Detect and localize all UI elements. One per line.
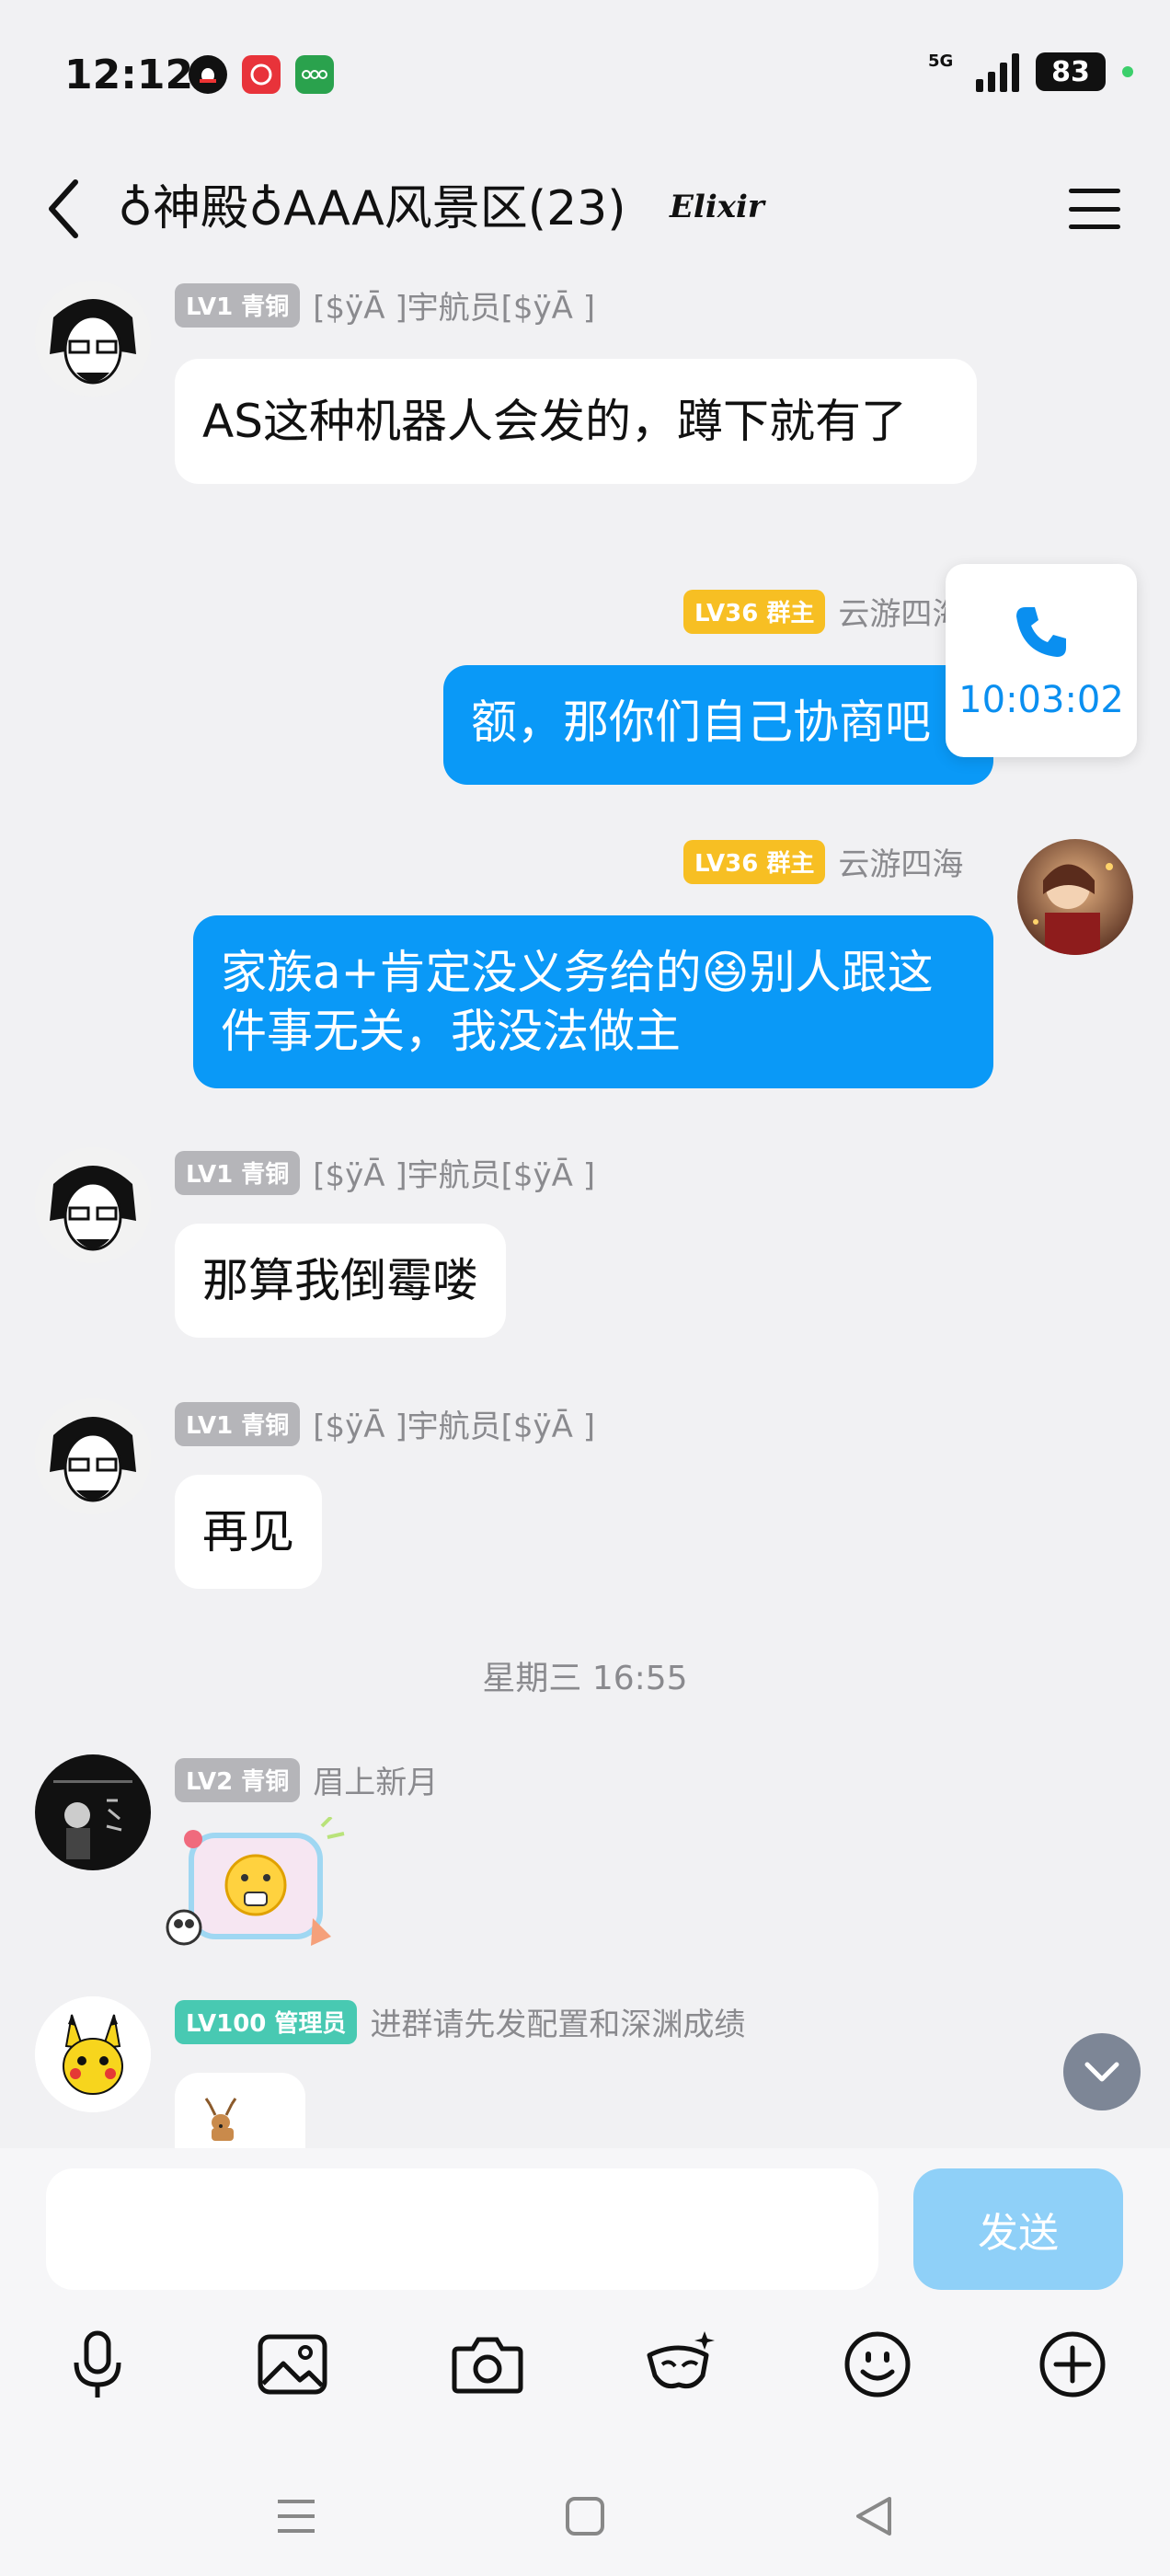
sender-nickname[interactable]: 进群请先发配置和深渊成绩 [370, 1999, 745, 2044]
message-bubble[interactable]: 那算我倒霉喽 [175, 1224, 506, 1338]
level-badge: LV1 青铜 [175, 282, 301, 328]
phone-icon [1016, 607, 1066, 657]
hamburger-icon [1069, 189, 1120, 193]
time-divider: 星期三 16:55 [482, 1660, 688, 1697]
image-button[interactable] [247, 2318, 338, 2410]
menu-button[interactable] [1065, 179, 1124, 238]
avatar[interactable] [35, 1996, 151, 2112]
level-badge: LV100 管理员 [175, 1999, 358, 2044]
system-nav-bar [0, 2447, 1170, 2576]
message-meta: LV1 青铜 [$ÿĀ ]宇航员[$ÿĀ ] [175, 1150, 595, 1195]
avatar[interactable] [35, 1147, 151, 1263]
nav-back-button[interactable] [842, 2484, 906, 2548]
scroll-to-bottom-button[interactable] [1063, 2033, 1141, 2110]
send-button[interactable]: 发送 [913, 2168, 1123, 2290]
network-type: 5G [928, 52, 954, 71]
status-indicators: 5G 83 [928, 52, 1133, 92]
sender-nickname[interactable]: 云游四海 [838, 839, 963, 884]
avatar[interactable] [35, 1754, 151, 1870]
level-badge: LV2 青铜 [175, 1757, 301, 1802]
group-badge: Elixir [670, 189, 764, 225]
privacy-indicator-icon [1122, 66, 1133, 77]
status-time: 12:12 [64, 52, 194, 98]
signal-icon: 5G [928, 52, 1019, 92]
ai-mask-button[interactable] [635, 2318, 727, 2410]
nav-home-icon [566, 2497, 604, 2536]
plus-circle-icon [1039, 2331, 1106, 2398]
message-bubble[interactable]: AS这种机器人会发的，蹲下就有了 [175, 359, 977, 484]
microphone-icon [74, 2330, 121, 2398]
chat-header: ♁神殿♁AAA风景区(23) Elixir [0, 152, 1170, 271]
status-app-icons [189, 55, 334, 94]
battery-icon: 83 [1036, 52, 1106, 91]
more-button[interactable] [1027, 2318, 1118, 2410]
call-widget[interactable]: 10:03:02 [946, 564, 1137, 757]
sender-nickname[interactable]: [$ÿĀ ]宇航员[$ÿĀ ] [313, 1150, 595, 1195]
message-meta: LV1 青铜 [$ÿĀ ]宇航员[$ÿĀ ] [175, 1401, 595, 1446]
smiley-icon [844, 2331, 911, 2398]
level-badge: LV36 群主 [683, 839, 826, 884]
message-bubble[interactable] [175, 2073, 305, 2148]
message-meta: LV36 群主 云游四海 [683, 589, 963, 634]
oppo-icon [295, 55, 334, 94]
nav-home-button[interactable] [553, 2484, 617, 2548]
avatar[interactable] [35, 281, 151, 397]
message-meta: LV36 群主 云游四海 [683, 839, 963, 884]
message-bubble[interactable]: 家族a+肯定没义务给的😆别人跟这件事无关，我没法做主 [193, 915, 993, 1088]
message-meta: LV100 管理员 进群请先发配置和深渊成绩 [175, 1999, 745, 2044]
app-red-icon [242, 55, 281, 94]
message-bubble[interactable]: 再见 [175, 1475, 322, 1589]
input-toolbar [0, 2318, 1170, 2429]
sticker-image[interactable] [156, 1815, 350, 1955]
qq-icon [189, 55, 227, 94]
emoji-button[interactable] [832, 2318, 923, 2410]
sender-nickname[interactable]: 眉上新月 [313, 1757, 438, 1802]
sender-nickname[interactable]: 云游四海 [838, 589, 963, 634]
image-icon [258, 2334, 327, 2395]
chevron-left-icon [49, 179, 78, 238]
message-meta: LV1 青铜 [$ÿĀ ]宇航员[$ÿĀ ] [175, 282, 595, 328]
sender-nickname[interactable]: [$ÿĀ ]宇航员[$ÿĀ ] [313, 282, 595, 328]
camera-icon [452, 2337, 523, 2394]
group-title[interactable]: ♁神殿♁AAA风景区(23) [118, 172, 626, 246]
chat-message-list[interactable]: LV1 青铜 [$ÿĀ ]宇航员[$ÿĀ ] AS这种机器人会发的，蹲下就有了 … [0, 271, 1170, 2148]
back-button[interactable] [35, 172, 90, 246]
call-duration: 10:03:02 [958, 679, 1124, 721]
level-badge: LV1 青铜 [175, 1150, 301, 1195]
nav-menu-button[interactable] [264, 2484, 328, 2548]
nav-menu-icon [278, 2500, 315, 2533]
message-input[interactable] [46, 2168, 878, 2290]
chevron-down-icon [1084, 2062, 1119, 2082]
level-badge: LV1 青铜 [175, 1401, 301, 1446]
status-bar: 12:12 5G 83 [0, 0, 1170, 152]
avatar[interactable] [1017, 839, 1133, 955]
avatar[interactable] [35, 1398, 151, 1514]
camera-button[interactable] [442, 2318, 533, 2410]
message-bubble[interactable]: 额，那你们自己协商吧 [443, 665, 993, 785]
level-badge: LV36 群主 [683, 589, 826, 634]
sender-nickname[interactable]: [$ÿĀ ]宇航员[$ÿĀ ] [313, 1401, 595, 1446]
mask-sparkle-icon [647, 2331, 715, 2389]
deer-emoji-icon [204, 2098, 237, 2141]
nav-back-icon [856, 2497, 891, 2536]
message-meta: LV2 青铜 眉上新月 [175, 1757, 438, 1802]
voice-button[interactable] [52, 2318, 143, 2410]
